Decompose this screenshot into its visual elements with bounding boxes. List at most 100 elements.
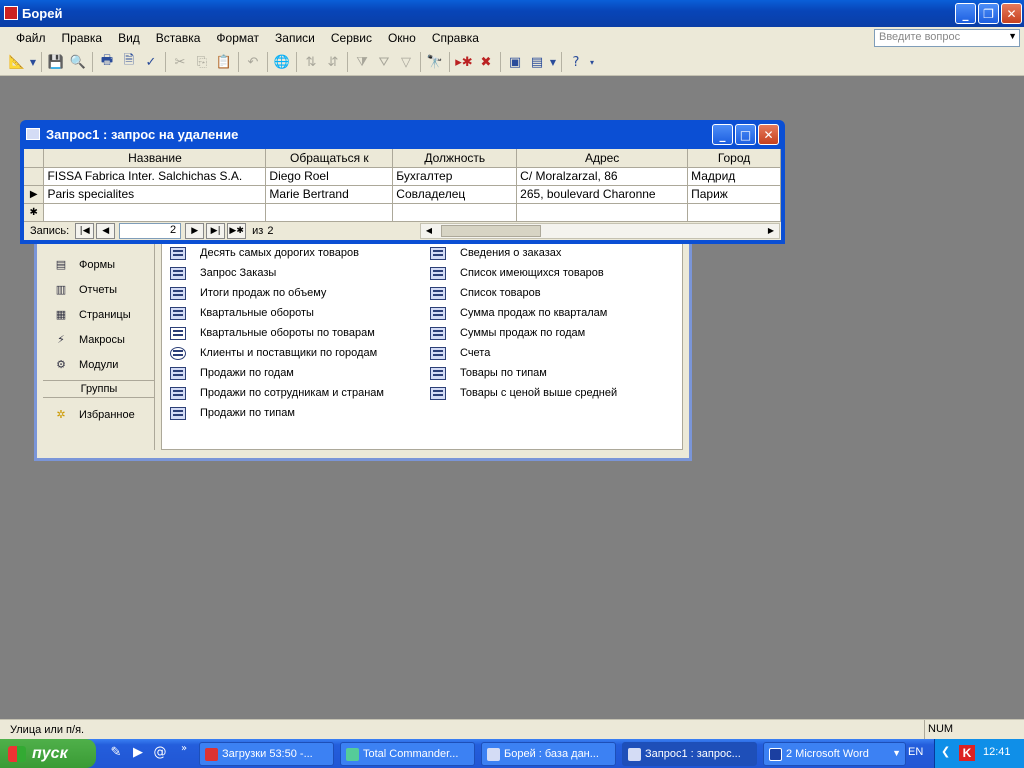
list-item[interactable]: Продажи по годам xyxy=(170,364,294,382)
minimize-button[interactable]: _ xyxy=(955,3,976,24)
sidebar-item-modules[interactable]: ⚙ Модули xyxy=(53,356,118,374)
menu-format[interactable]: Формат xyxy=(208,31,267,45)
menu-edit[interactable]: Правка xyxy=(54,31,111,45)
start-button[interactable]: пуск xyxy=(0,739,96,768)
list-item[interactable]: Счета xyxy=(430,344,490,362)
menu-window[interactable]: Окно xyxy=(380,31,424,45)
design-view-icon[interactable]: 📐 xyxy=(6,51,28,73)
table-cell[interactable]: Париж xyxy=(687,185,781,204)
task-query1[interactable]: Запрос1 : запрос... xyxy=(622,742,757,766)
close-button[interactable]: ✕ xyxy=(758,124,779,145)
column-header[interactable]: Обращаться к xyxy=(265,149,394,168)
groups-header[interactable]: Группы xyxy=(43,380,155,398)
save-icon[interactable]: 💾 xyxy=(45,51,67,73)
column-header[interactable]: Должность xyxy=(392,149,518,168)
sort-descending-icon[interactable]: ⇵ xyxy=(322,51,344,73)
search-file-icon[interactable]: 🔍 xyxy=(67,51,89,73)
spelling-icon[interactable]: ✓ xyxy=(140,51,162,73)
column-header[interactable]: Название xyxy=(43,149,267,168)
table-cell[interactable]: C/ Moralzarzal, 86 xyxy=(516,167,689,186)
database-window-icon[interactable]: ▣ xyxy=(504,51,526,73)
sidebar-item-macros[interactable]: ⚡ Макросы xyxy=(53,331,125,349)
cut-icon[interactable]: ✂ xyxy=(169,51,191,73)
list-item[interactable]: Квартальные обороты по товарам xyxy=(170,324,375,342)
scroll-thumb[interactable] xyxy=(441,225,541,237)
table-cell[interactable]: Diego Roel xyxy=(265,167,394,186)
task-borey-db[interactable]: Борей : база дан... xyxy=(481,742,616,766)
delete-record-icon[interactable]: ✖ xyxy=(475,51,497,73)
sort-ascending-icon[interactable]: ⇅ xyxy=(300,51,322,73)
table-cell[interactable] xyxy=(516,203,689,222)
quicklaunch-media-icon[interactable]: ▶ xyxy=(130,745,146,761)
restore-button[interactable]: ❐ xyxy=(978,3,999,24)
chevron-down-icon[interactable]: ▼ xyxy=(28,51,38,73)
menu-tools[interactable]: Сервис xyxy=(323,31,380,45)
new-object-icon[interactable]: ▤ xyxy=(526,51,548,73)
filter-by-form-icon[interactable]: ⛛ xyxy=(373,51,395,73)
task-word[interactable]: 2 Microsoft Word ▼ xyxy=(763,742,906,766)
new-record-button[interactable]: ▶✱ xyxy=(227,223,247,239)
table-cell[interactable] xyxy=(265,203,394,222)
hyperlink-icon[interactable]: 🌐 xyxy=(271,51,293,73)
list-item[interactable]: Продажи по типам xyxy=(170,404,295,422)
list-item[interactable]: Суммы продаж по годам xyxy=(430,324,585,342)
list-item[interactable]: Десять самых дорогих товаров xyxy=(170,244,359,262)
list-item[interactable]: Квартальные обороты xyxy=(170,304,314,322)
table-cell[interactable] xyxy=(392,203,518,222)
quicklaunch-notepad-icon[interactable]: ✎ xyxy=(108,745,124,761)
scroll-right-icon[interactable]: ▶ xyxy=(763,224,779,238)
list-item[interactable]: Список товаров xyxy=(430,284,541,302)
table-cell[interactable]: Marie Bertrand xyxy=(265,185,394,204)
record-number-input[interactable]: 2 xyxy=(119,223,182,239)
sidebar-item-pages[interactable]: ▦ Страницы xyxy=(53,306,131,324)
column-header[interactable]: Город xyxy=(687,149,781,168)
maximize-button[interactable]: □ xyxy=(735,124,756,145)
table-cell[interactable]: FISSA Fabrica Inter. Salchichas S.A. xyxy=(43,167,267,186)
list-item[interactable]: Список имеющихся товаров xyxy=(430,264,604,282)
chevron-right-icon[interactable]: » xyxy=(176,741,192,757)
table-cell[interactable]: Бухгалтер xyxy=(392,167,518,186)
tray-arrow-icon[interactable]: ❮ xyxy=(941,745,950,758)
table-cell[interactable] xyxy=(43,203,267,222)
list-item[interactable]: Запрос Заказы xyxy=(170,264,276,282)
sidebar-item-favorites[interactable]: ✲ Избранное xyxy=(53,406,134,424)
minimize-button[interactable]: _ xyxy=(712,124,733,145)
sidebar-item-forms[interactable]: ▤ Формы xyxy=(53,256,115,274)
previous-record-button[interactable]: ◀ xyxy=(96,223,116,239)
menu-file[interactable]: Файл xyxy=(8,31,54,45)
print-icon[interactable]: 🖶 xyxy=(96,51,118,73)
scroll-left-icon[interactable]: ◀ xyxy=(421,224,437,238)
find-icon[interactable]: 🔭 xyxy=(424,51,446,73)
print-preview-icon[interactable]: 🗎 xyxy=(118,51,140,73)
list-item[interactable]: Продажи по сотрудникам и странам xyxy=(170,384,384,402)
table-cell[interactable]: Paris specialites xyxy=(43,185,267,204)
horizontal-scrollbar[interactable]: ◀ ▶ xyxy=(420,223,780,239)
list-item[interactable]: Сумма продаж по кварталам xyxy=(430,304,607,322)
copy-icon[interactable]: ⎘ xyxy=(191,51,213,73)
list-item[interactable]: Сведения о заказах xyxy=(430,244,561,262)
menu-records[interactable]: Записи xyxy=(267,31,323,45)
current-record-icon[interactable]: ▶ xyxy=(24,185,45,204)
kaspersky-icon[interactable]: K xyxy=(959,745,975,761)
sidebar-item-reports[interactable]: ▥ Отчеты xyxy=(53,281,117,299)
new-record-icon[interactable]: ▸✱ xyxy=(453,51,475,73)
access-key-icon[interactable] xyxy=(4,6,18,20)
language-indicator[interactable]: EN xyxy=(908,746,923,758)
ask-question-input[interactable]: Введите вопрос ▼ xyxy=(874,29,1020,47)
quicklaunch-browser-icon[interactable]: @ xyxy=(152,745,168,761)
query-window-title-bar[interactable]: Запрос1 : запрос на удаление _ □ ✕ xyxy=(20,120,785,148)
chevron-down-icon[interactable]: ▾ xyxy=(587,51,597,73)
last-record-button[interactable]: ▶| xyxy=(206,223,226,239)
menu-view[interactable]: Вид xyxy=(110,31,148,45)
list-item[interactable]: Товары по типам xyxy=(430,364,547,382)
undo-icon[interactable]: ↶ xyxy=(242,51,264,73)
filter-by-selection-icon[interactable]: ⧩ xyxy=(351,51,373,73)
menu-insert[interactable]: Вставка xyxy=(148,31,209,45)
row-selector-header[interactable] xyxy=(24,149,45,168)
help-icon[interactable]: ? xyxy=(565,51,587,73)
close-button[interactable]: ✕ xyxy=(1001,3,1022,24)
row-selector[interactable] xyxy=(24,167,45,186)
column-header[interactable]: Адрес xyxy=(516,149,689,168)
chevron-down-icon[interactable]: ▼ xyxy=(1008,31,1017,41)
new-record-icon[interactable]: ✱ xyxy=(24,203,45,222)
